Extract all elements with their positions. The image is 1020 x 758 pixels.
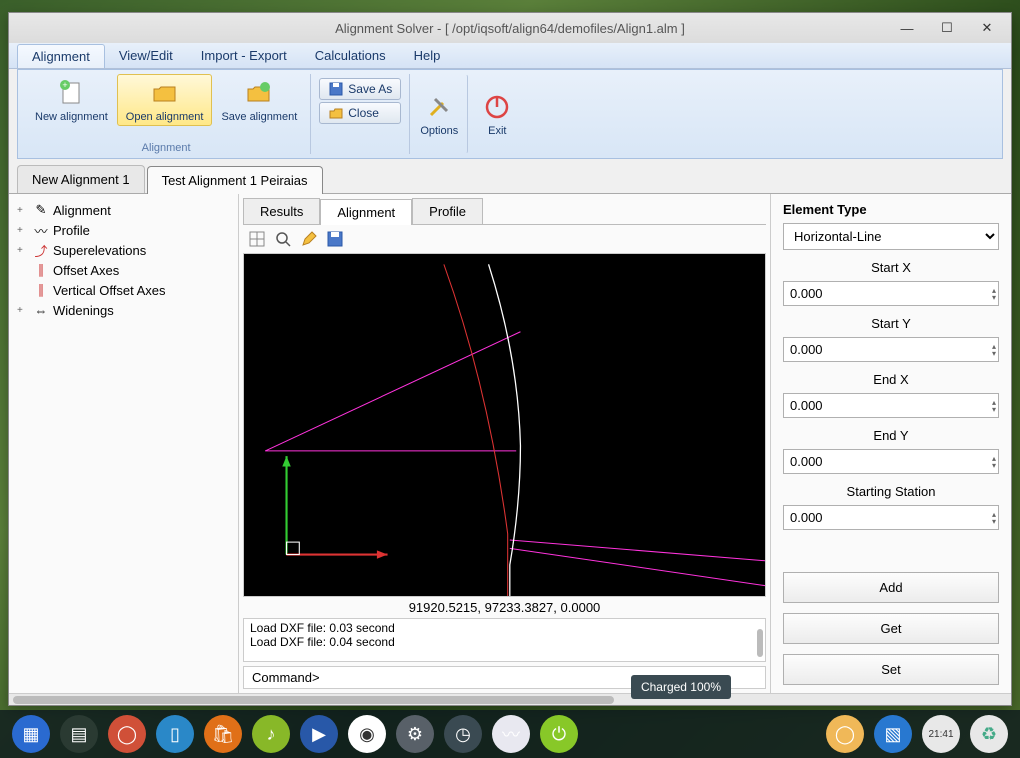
tree-item-widenings[interactable]: +⇔Widenings [13, 300, 234, 320]
tray-icon-1[interactable]: ◯ [826, 715, 864, 753]
coordinate-readout: 91920.5215, 97233.3827, 0.0000 [243, 597, 766, 618]
tree-item-superelevations[interactable]: +⤴Superelevations [13, 240, 234, 260]
power-indicator-icon[interactable]: ⏻ [540, 715, 578, 753]
video-icon[interactable]: ▶ [300, 715, 338, 753]
tab-alignment-view[interactable]: Alignment [320, 199, 412, 225]
field-label-start-x: Start X [783, 260, 999, 275]
open-alignment-button[interactable]: Open alignment [117, 74, 213, 126]
music-icon[interactable]: ♪ [252, 715, 290, 753]
tree-item-vertical-offset-axes[interactable]: ∥Vertical Offset Axes [13, 280, 234, 300]
menu-calculations[interactable]: Calculations [301, 44, 400, 67]
save-as-button[interactable]: Save As [319, 78, 401, 100]
log-scrollbar[interactable] [757, 629, 763, 657]
properties-panel: Element Type Horizontal-Line Start X ▴▾ … [771, 194, 1011, 693]
end-x-input[interactable]: ▴▾ [783, 393, 999, 418]
alignment-solver-icon[interactable]: 〰 [492, 715, 530, 753]
log-panel[interactable]: Load DXF file: 0.03 second Load DXF file… [243, 618, 766, 662]
log-line: Load DXF file: 0.03 second [250, 621, 759, 635]
svg-text:+: + [63, 80, 68, 90]
starting-station-input[interactable]: ▴▾ [783, 505, 999, 530]
chrome-icon[interactable]: ◉ [348, 715, 386, 753]
vertical-offset-icon: ∥ [33, 282, 49, 298]
new-file-icon: + [55, 77, 87, 109]
close-window-button[interactable]: ✕ [967, 16, 1007, 40]
app-icon-2[interactable]: ▯ [156, 715, 194, 753]
element-type-label: Element Type [783, 202, 999, 217]
new-alignment-button[interactable]: + New alignment [26, 74, 117, 126]
exit-button[interactable]: Exit [468, 74, 526, 154]
start-y-input[interactable]: ▴▾ [783, 337, 999, 362]
save-alignment-button[interactable]: Save alignment [212, 74, 306, 126]
minimize-button[interactable]: — [887, 16, 927, 40]
alignment-canvas[interactable] [243, 253, 766, 597]
field-label-end-y: End Y [783, 428, 999, 443]
profile-icon: 〰 [33, 222, 49, 238]
store-icon[interactable]: 🛍 [204, 715, 242, 753]
log-line: Load DXF file: 0.04 second [250, 635, 759, 649]
files-icon[interactable]: ▤ [60, 715, 98, 753]
tab-test-alignment-1[interactable]: Test Alignment 1 Peiraias [147, 166, 323, 194]
window-title: Alignment Solver - [ /opt/iqsoft/align64… [9, 21, 1011, 36]
menu-alignment[interactable]: Alignment [17, 44, 105, 68]
set-button[interactable]: Set [783, 654, 999, 685]
tray-icon-2[interactable]: ▧ [874, 715, 912, 753]
offset-icon: ∥ [33, 262, 49, 278]
taskbar: ▦ ▤ ◯ ▯ 🛍 ♪ ▶ ◉ ⚙ ◷ 〰 ⏻ ◯ ▧ 21:41 ♻ [0, 710, 1020, 758]
tree-item-offset-axes[interactable]: ∥Offset Axes [13, 260, 234, 280]
end-y-input[interactable]: ▴▾ [783, 449, 999, 474]
field-label-starting-station: Starting Station [783, 484, 999, 499]
disk-icon [328, 81, 344, 97]
menu-view-edit[interactable]: View/Edit [105, 44, 187, 67]
canvas-toolbar [243, 225, 766, 253]
start-menu-icon[interactable]: ▦ [12, 715, 50, 753]
power-icon [481, 91, 513, 123]
menubar: Alignment View/Edit Import - Export Calc… [9, 43, 1011, 69]
tab-new-alignment-1[interactable]: New Alignment 1 [17, 165, 145, 193]
menu-help[interactable]: Help [400, 44, 455, 67]
ribbon: + New alignment Open alignment Save alig… [17, 69, 1003, 159]
get-button[interactable]: Get [783, 613, 999, 644]
close-button[interactable]: Close [319, 102, 401, 124]
tab-profile-view[interactable]: Profile [412, 198, 483, 224]
save-view-button[interactable] [325, 229, 345, 249]
tree-panel: +✎Alignment +〰Profile +⤴Superelevations … [9, 194, 239, 693]
maximize-button[interactable]: ☐ [927, 16, 967, 40]
grid-toggle-button[interactable] [247, 229, 267, 249]
tree-item-alignment[interactable]: +✎Alignment [13, 200, 234, 220]
save-folder-icon [243, 77, 275, 109]
field-label-end-x: End X [783, 372, 999, 387]
titlebar: Alignment Solver - [ /opt/iqsoft/align64… [9, 13, 1011, 43]
menu-import-export[interactable]: Import - Export [187, 44, 301, 67]
horizontal-scrollbar[interactable] [9, 693, 1011, 705]
battery-tooltip: Charged 100% [631, 675, 731, 699]
document-tabs: New Alignment 1 Test Alignment 1 Peiraia… [9, 165, 1011, 193]
tab-results[interactable]: Results [243, 198, 320, 224]
add-button[interactable]: Add [783, 572, 999, 603]
superelevation-icon: ⤴ [33, 242, 49, 258]
app-icon-1[interactable]: ◯ [108, 715, 146, 753]
start-x-input[interactable]: ▴▾ [783, 281, 999, 306]
alignment-icon: ✎ [33, 202, 49, 218]
center-tabs: Results Alignment Profile [243, 198, 766, 225]
app-icon-3[interactable]: ◷ [444, 715, 482, 753]
tree-item-profile[interactable]: +〰Profile [13, 220, 234, 240]
options-button[interactable]: Options [410, 74, 468, 154]
clock-icon[interactable]: 21:41 [922, 715, 960, 753]
ribbon-group-label: Alignment [142, 142, 191, 154]
open-folder-icon [149, 77, 181, 109]
close-folder-icon [328, 105, 344, 121]
widening-icon: ⇔ [33, 302, 49, 318]
trash-icon[interactable]: ♻ [970, 715, 1008, 753]
element-type-select[interactable]: Horizontal-Line [783, 223, 999, 250]
tools-icon [423, 91, 455, 123]
field-label-start-y: Start Y [783, 316, 999, 331]
zoom-button[interactable] [273, 229, 293, 249]
edit-button[interactable] [299, 229, 319, 249]
settings-icon[interactable]: ⚙ [396, 715, 434, 753]
